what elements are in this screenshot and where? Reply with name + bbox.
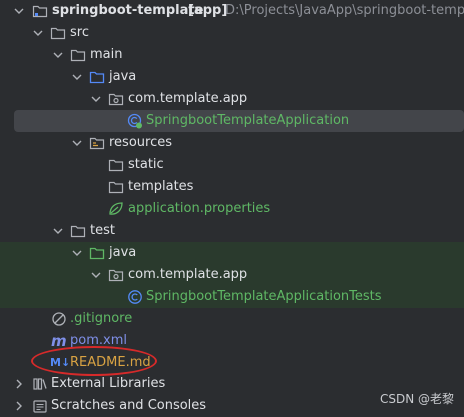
project-path: D:\Projects\JavaApp\springboot-templ (225, 3, 464, 18)
spring-leaf-icon (108, 201, 124, 217)
chevron-down-icon[interactable] (52, 225, 64, 237)
tree-row-app-properties[interactable]: application.properties (0, 198, 464, 220)
folder-icon (70, 223, 86, 239)
class-icon (127, 289, 143, 305)
chevron-right-icon[interactable] (13, 400, 25, 412)
chevron-down-icon[interactable] (32, 27, 44, 39)
folder-label-static: static (128, 157, 164, 172)
folder-label-test: test (90, 223, 115, 238)
folder-icon (50, 25, 66, 41)
class-label-springboot-app: SpringbootTemplateApplication (146, 113, 350, 128)
package-label-test: com.template.app (128, 267, 248, 282)
resources-folder-icon (89, 135, 105, 151)
tree-row-main[interactable]: main (0, 44, 464, 66)
chevron-down-icon[interactable] (90, 269, 102, 281)
tree-row-main-package[interactable]: com.template.app (0, 88, 464, 110)
tree-row-test[interactable]: test (0, 220, 464, 242)
source-folder-icon (89, 69, 105, 85)
file-label-gitignore: .gitignore (70, 311, 133, 326)
folder-icon (108, 157, 124, 173)
folder-label-src: src (70, 25, 89, 40)
package-icon (108, 91, 124, 107)
chevron-right-icon[interactable] (13, 378, 25, 390)
ignore-icon (51, 311, 67, 327)
tree-row-static[interactable]: static (0, 154, 464, 176)
chevron-down-icon[interactable] (71, 71, 83, 83)
folder-label-main: main (90, 47, 123, 62)
chevron-down-icon[interactable] (71, 247, 83, 259)
tree-row-test-package[interactable]: com.template.app (0, 264, 464, 286)
folder-icon (70, 47, 86, 63)
project-name: springboot-template (52, 3, 204, 18)
library-icon (32, 376, 48, 392)
chevron-down-icon[interactable] (52, 49, 64, 61)
package-icon (108, 267, 124, 283)
tree-row-templates[interactable]: templates (0, 176, 464, 198)
annotation-ellipse (31, 346, 157, 376)
tree-row-main-class[interactable]: SpringbootTemplateApplication (0, 110, 464, 132)
chevron-down-icon[interactable] (13, 5, 25, 17)
folder-label-test-java: java (109, 245, 137, 260)
watermark: CSDN @老黎 (379, 392, 454, 406)
scratches-icon (32, 398, 48, 414)
test-folder-icon (89, 245, 105, 261)
module-tag: [app] (188, 3, 228, 18)
tree-row-src[interactable]: src (0, 22, 464, 44)
external-libraries-label: External Libraries (51, 376, 166, 391)
tree-row-test-java[interactable]: java (0, 242, 464, 264)
class-label-tests: SpringbootTemplateApplicationTests (146, 289, 382, 304)
maven-icon: m (51, 332, 67, 350)
tree-row-project-root[interactable]: springboot-template [app] D:\Projects\Ja… (0, 0, 464, 22)
file-label-app-properties: application.properties (128, 201, 271, 216)
chevron-down-icon[interactable] (90, 93, 102, 105)
tree-row-main-java[interactable]: java (0, 66, 464, 88)
tree-row-test-class[interactable]: SpringbootTemplateApplicationTests (0, 286, 464, 308)
tree-row-gitignore[interactable]: .gitignore (0, 308, 464, 330)
spring-class-icon (127, 113, 143, 129)
folder-label-java: java (109, 69, 137, 84)
folder-label-resources: resources (109, 135, 173, 150)
folder-icon (108, 179, 124, 195)
tree-row-resources[interactable]: resources (0, 132, 464, 154)
chevron-down-icon[interactable] (71, 137, 83, 149)
scratches-label: Scratches and Consoles (51, 398, 207, 413)
folder-icon (32, 3, 48, 19)
package-label: com.template.app (128, 91, 248, 106)
folder-label-templates: templates (128, 179, 194, 194)
project-tree: springboot-template [app] D:\Projects\Ja… (0, 0, 464, 413)
